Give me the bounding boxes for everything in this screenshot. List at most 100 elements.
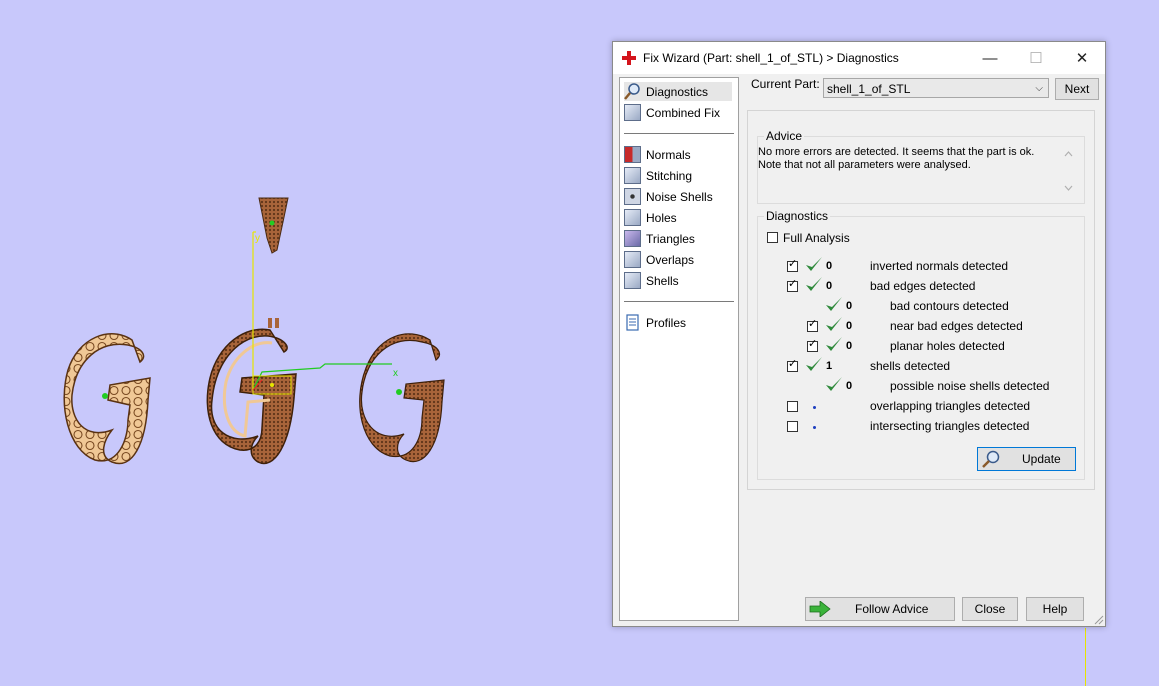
fix-wizard-window: Fix Wizard (Part: shell_1_of_STL) > Diag…: [612, 41, 1106, 627]
result-count: 0: [846, 320, 853, 332]
triangles-icon: [624, 230, 641, 247]
nav-item-label: Overlaps: [646, 252, 695, 267]
document-icon: [626, 314, 639, 331]
combined-fix-icon: [624, 104, 641, 121]
nav-item-label: Stitching: [646, 168, 693, 183]
nav-item-label: Combined Fix: [646, 105, 721, 120]
red-cross-icon: [622, 51, 636, 65]
chevron-down-icon: ⌵: [1035, 83, 1043, 94]
green-check-icon: [806, 357, 822, 371]
magnifier-icon: [982, 450, 1000, 468]
result-checkbox[interactable]: ✓: [807, 318, 818, 332]
nav-item-diagnostics[interactable]: Diagnostics: [624, 82, 732, 101]
nav-item-shells[interactable]: Shells: [624, 271, 732, 290]
window-title: Fix Wizard (Part: shell_1_of_STL) > Diag…: [643, 51, 899, 65]
letter-g-solid-model: [359, 333, 445, 463]
letter-g-honeycomb-model: [63, 333, 151, 465]
nav-item-normals[interactable]: Normals: [624, 145, 732, 164]
bail-model: [258, 197, 289, 254]
result-label: near bad edges detected: [890, 319, 1023, 333]
next-button[interactable]: Next: [1055, 78, 1099, 100]
result-label: possible noise shells detected: [890, 379, 1050, 393]
axis-line-fragment: [1085, 628, 1086, 686]
result-label: overlapping triangles detected: [870, 399, 1031, 413]
minimize-button[interactable]: —: [967, 42, 1013, 74]
nav-item-label: Diagnostics: [646, 84, 709, 99]
advice-line-1: No more errors are detected. It seems th…: [758, 146, 1035, 158]
full-analysis-label: Full Analysis: [783, 231, 850, 245]
normals-icon: [624, 146, 641, 163]
checkmark-glyph: ✓: [788, 278, 798, 290]
result-checkbox[interactable]: ✓: [787, 278, 798, 292]
fix-navigation-panel: Diagnostics Combined Fix Normals Stitchi…: [619, 77, 739, 621]
close-window-button[interactable]: ✕: [1059, 42, 1105, 74]
result-label: inverted normals detected: [870, 259, 1009, 273]
result-label: bad edges detected: [870, 279, 976, 293]
close-button[interactable]: Close: [962, 597, 1018, 621]
result-count: 0: [826, 260, 833, 272]
result-checkbox[interactable]: [787, 421, 798, 432]
result-checkbox[interactable]: ✓: [787, 358, 798, 372]
overlaps-icon: [624, 251, 641, 268]
nav-item-label: Triangles: [646, 231, 695, 246]
nav-item-profiles[interactable]: Profiles: [624, 313, 732, 332]
current-part-select[interactable]: shell_1_of_STL ⌵: [823, 78, 1049, 98]
title-bar: Fix Wizard (Part: shell_1_of_STL) > Diag…: [613, 42, 1105, 74]
advice-scrollbar[interactable]: [1062, 148, 1075, 194]
axis-y-label: y: [255, 233, 260, 244]
result-count: 0: [826, 280, 833, 292]
full-analysis-checkbox[interactable]: [767, 232, 778, 243]
result-label: planar holes detected: [890, 339, 1005, 353]
nav-item-overlaps[interactable]: Overlaps: [624, 250, 732, 269]
holes-icon: [624, 209, 641, 226]
nav-item-noise-shells[interactable]: Noise Shells: [624, 187, 732, 206]
advice-text: No more errors are detected. It seems th…: [758, 146, 1076, 194]
nav-item-triangles[interactable]: Triangles: [624, 229, 732, 248]
green-check-icon: [826, 337, 842, 351]
checkmark-glyph: ✓: [808, 338, 818, 350]
result-label: intersecting triangles detected: [870, 419, 1030, 433]
result-checkbox[interactable]: ✓: [807, 338, 818, 352]
follow-advice-label: Follow Advice: [855, 602, 929, 616]
nav-item-label: Shells: [646, 273, 679, 288]
update-button[interactable]: Update: [977, 447, 1076, 471]
green-check-icon: [806, 277, 822, 291]
green-check-icon: [826, 377, 842, 391]
green-check-icon: [806, 257, 822, 271]
help-button[interactable]: Help: [1026, 597, 1084, 621]
nav-item-stitching[interactable]: Stitching: [624, 166, 732, 185]
result-label: bad contours detected: [890, 299, 1009, 313]
pending-dot-icon: [813, 406, 816, 409]
letter-g-outline-model: [206, 318, 297, 465]
current-part-value: shell_1_of_STL: [827, 82, 911, 96]
current-part-label: Current Part:: [751, 77, 820, 91]
resize-grip[interactable]: [1094, 615, 1104, 625]
pending-dot-icon: [813, 426, 816, 429]
nav-divider: [624, 301, 734, 302]
nav-item-combined-fix[interactable]: Combined Fix: [624, 103, 732, 122]
advice-line-2: Note that not all parameters were analys…: [758, 159, 971, 171]
shells-icon: [624, 272, 641, 289]
checkmark-glyph: ✓: [788, 358, 798, 370]
nav-item-holes[interactable]: Holes: [624, 208, 732, 227]
diagnostics-heading: Diagnostics: [764, 209, 831, 223]
nav-divider: [624, 133, 734, 134]
stitching-icon: [624, 167, 641, 184]
green-arrow-icon: [809, 601, 831, 617]
update-label: Update: [1022, 452, 1061, 466]
green-check-icon: [826, 317, 842, 331]
follow-advice-button[interactable]: Follow Advice: [805, 597, 955, 621]
nav-item-label: Holes: [646, 210, 677, 225]
advice-heading: Advice: [764, 129, 805, 143]
nav-item-label: Noise Shells: [646, 189, 713, 204]
axis-gizmo: y x: [252, 231, 398, 395]
magnifier-icon: [624, 83, 640, 100]
noise-shells-icon: [624, 188, 641, 205]
result-checkbox[interactable]: [787, 401, 798, 412]
checkmark-glyph: ✓: [788, 258, 798, 270]
result-checkbox[interactable]: ✓: [787, 258, 798, 272]
checkmark-glyph: ✓: [808, 318, 818, 330]
3d-viewport[interactable]: y x: [0, 0, 600, 686]
nav-item-label: Profiles: [646, 315, 687, 330]
maximize-button[interactable]: ☐: [1013, 42, 1059, 74]
